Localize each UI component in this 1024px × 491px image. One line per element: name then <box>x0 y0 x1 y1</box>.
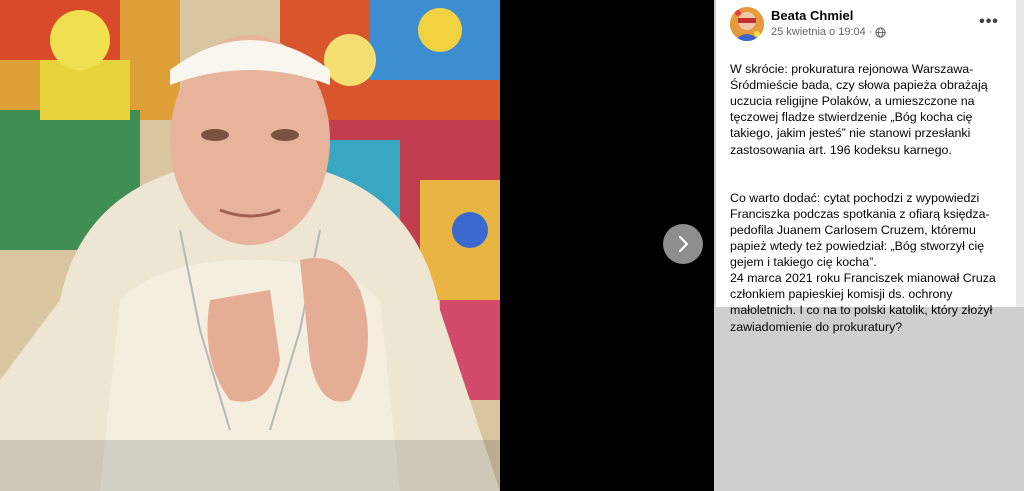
post-date[interactable]: 25 kwietnia o 19:04 <box>771 26 866 38</box>
globe-icon <box>875 26 887 38</box>
more-options-button[interactable]: ••• <box>978 12 1000 32</box>
chevron-right-icon <box>678 235 689 253</box>
photo-viewer <box>0 0 714 491</box>
post-card: Beata Chmiel 25 kwietnia o 19:04 · ••• W… <box>716 0 1016 334</box>
author-name[interactable]: Beata Chmiel <box>771 8 853 23</box>
avatar[interactable] <box>730 7 764 41</box>
post-meta: 25 kwietnia o 19:04 · <box>771 26 887 38</box>
avatar-image <box>730 7 764 41</box>
next-photo-button[interactable] <box>663 224 703 264</box>
photo-image <box>0 0 500 491</box>
post-paragraph-1: W skrócie: prokuratura rejonowa Warszawa… <box>730 62 988 157</box>
scrollbar-track[interactable] <box>1016 0 1024 307</box>
post-text: W skrócie: prokuratura rejonowa Warszawa… <box>730 45 1008 351</box>
post-panel: Beata Chmiel 25 kwietnia o 19:04 · ••• W… <box>714 0 1024 491</box>
meta-separator: · <box>868 26 873 38</box>
post-paragraph-2: Co warto dodać: cytat pochodzi z wypowie… <box>730 190 996 334</box>
post-photo <box>0 0 500 491</box>
